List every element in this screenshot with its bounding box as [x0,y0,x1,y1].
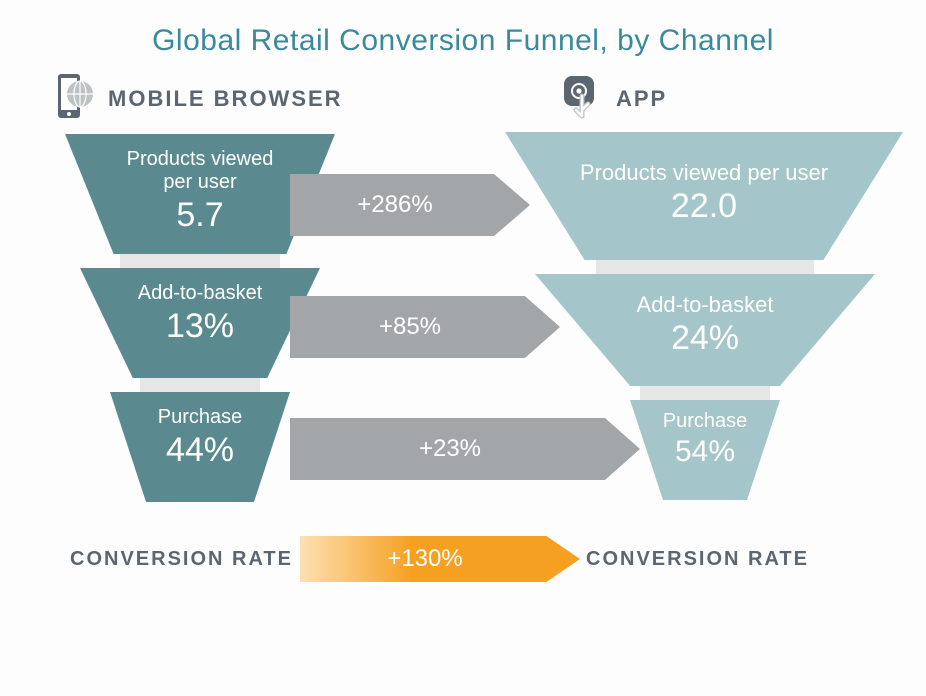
seg-label: Products viewed per user [505,160,903,185]
funnel-neck [120,254,280,268]
mobile-browser-icon [50,72,98,125]
seg-value: 13% [80,307,320,346]
chart-title: Global Retail Conversion Funnel, by Chan… [0,0,926,68]
lift-value: +85% [290,296,530,358]
funnel-right-add-to-basket: Add-to-basket 24% [535,274,875,386]
funnel-neck [596,260,814,274]
seg-label: Add-to-basket [80,282,320,305]
conversion-label-left: CONVERSION RATE [70,548,293,571]
conversion-rate-row: CONVERSION RATE +130% CONVERSION RATE [0,536,926,582]
funnel-neck [140,378,260,392]
funnel-left-purchase: Purchase 44% [110,392,290,502]
channel-label-left: MOBILE BROWSER [108,86,343,112]
funnel-right-purchase: Purchase 54% [630,400,780,500]
funnel-left-add-to-basket: Add-to-basket 13% [80,268,320,378]
conversion-label-right: CONVERSION RATE [586,548,809,571]
lift-value: +286% [290,174,500,236]
seg-value: 24% [535,319,875,358]
funnel-neck [640,386,770,400]
funnel-right-products-viewed: Products viewed per user 22.0 [505,132,903,260]
chart-area: MOBILE BROWSER APP Products viewed per u… [0,68,926,688]
channel-header-mobile-browser: MOBILE BROWSER [50,72,343,125]
lift-arrow-purchase: +23% [290,418,640,480]
lift-value: +130% [300,536,550,582]
seg-label: Purchase [110,406,290,429]
lift-value: +23% [290,418,610,480]
app-icon [558,72,606,125]
seg-value: 44% [110,431,290,470]
lift-arrow-add-to-basket: +85% [290,296,560,358]
lift-arrow-products-viewed: +286% [290,174,530,236]
seg-label: Purchase [630,410,780,433]
seg-value: 22.0 [505,187,903,226]
channel-label-right: APP [616,86,667,112]
seg-label: Add-to-basket [535,292,875,317]
channel-header-app: APP [558,72,667,125]
lift-arrow-conversion: +130% [300,536,580,582]
seg-value: 54% [630,435,780,469]
